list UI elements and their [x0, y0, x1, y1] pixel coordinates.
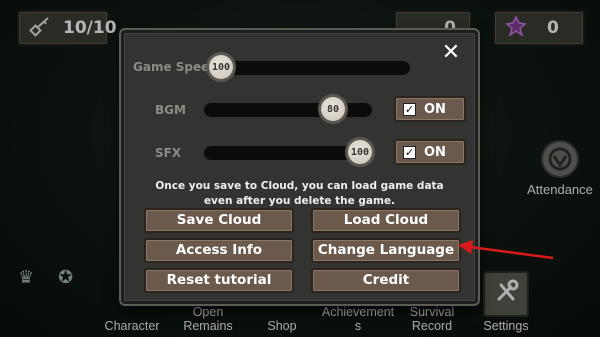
game-speed-slider-track[interactable]	[210, 61, 410, 75]
bgm-toggle[interactable]: ✓ ON	[394, 96, 466, 122]
bgm-value: 80	[326, 103, 340, 115]
credit-button[interactable]: Credit	[311, 268, 461, 293]
sfx-checkbox[interactable]: ✓	[403, 145, 416, 159]
cloud-save-notice: Once you save to Cloud, you can load gam…	[155, 180, 444, 207]
close-button[interactable]: ✕	[439, 41, 463, 65]
save-cloud-button[interactable]: Save Cloud	[144, 208, 294, 233]
sfx-label: SFX	[155, 146, 182, 160]
access-info-button[interactable]: Access Info	[144, 238, 294, 263]
game-speed-slider-handle[interactable]: 100	[206, 52, 236, 82]
sfx-toggle[interactable]: ✓ ON	[394, 139, 466, 165]
load-cloud-button[interactable]: Load Cloud	[311, 208, 461, 233]
game-speed-value: 100	[211, 61, 231, 73]
bgm-checkbox[interactable]: ✓	[403, 102, 416, 116]
reset-tutorial-button[interactable]: Reset tutorial	[144, 268, 294, 293]
close-icon: ✕	[441, 40, 461, 65]
bgm-toggle-label: ON	[424, 101, 446, 117]
sfx-toggle-label: ON	[424, 144, 446, 160]
change-language-button[interactable]: Change Language	[311, 238, 461, 263]
settings-dialog: ✕ Game Speed 100 BGM 80 ✓ ON SFX 100 ✓ O…	[121, 30, 478, 304]
sfx-slider-handle[interactable]: 100	[345, 137, 375, 167]
bgm-slider-handle[interactable]: 80	[318, 94, 348, 124]
sfx-value: 100	[350, 146, 370, 158]
bgm-label: BGM	[155, 103, 186, 117]
